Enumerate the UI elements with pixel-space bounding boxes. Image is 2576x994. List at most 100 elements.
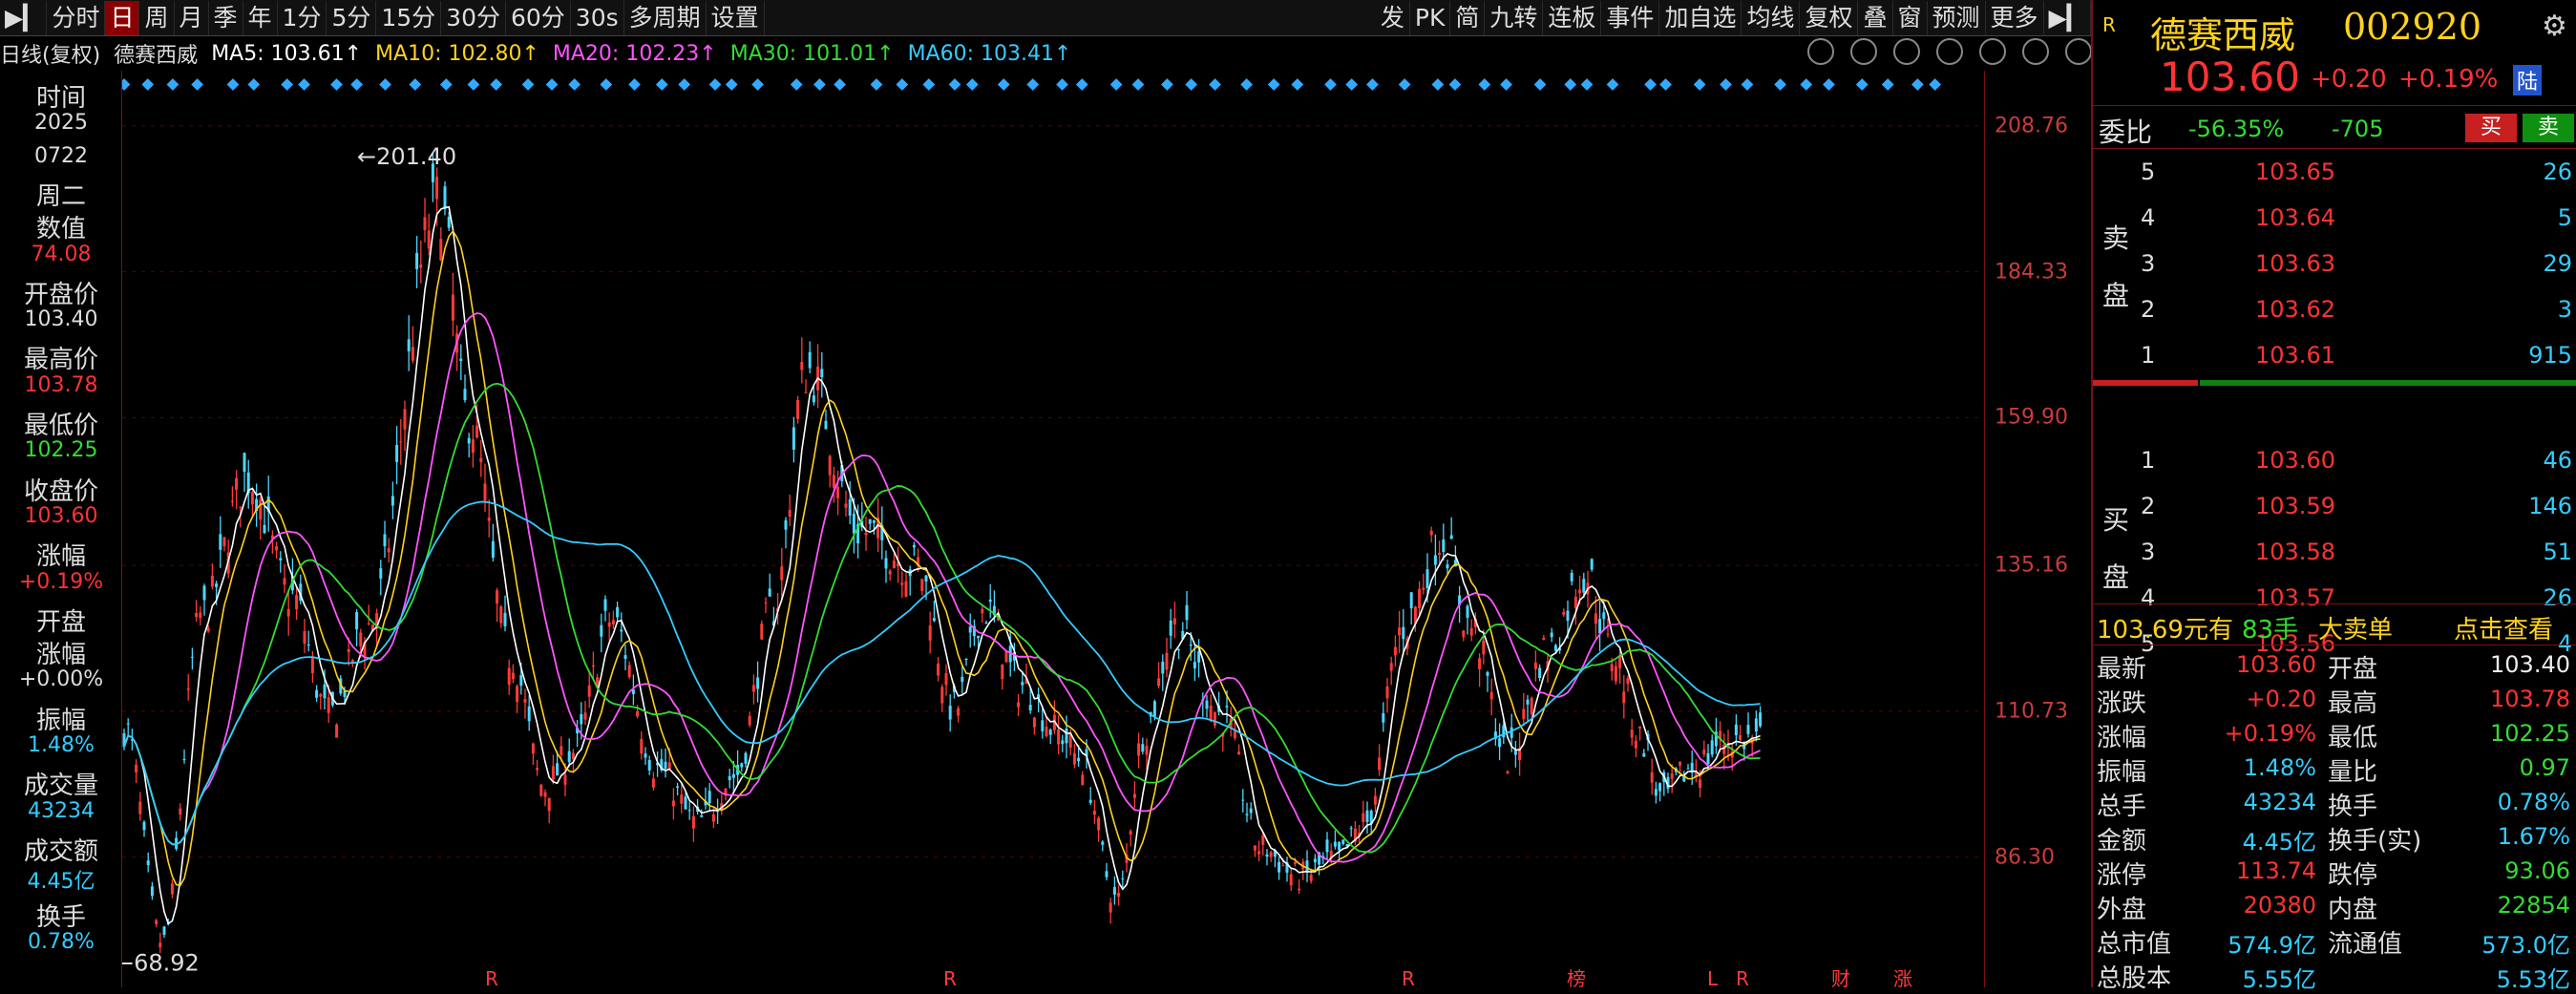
period-tab-13[interactable]: 设置	[707, 0, 765, 35]
play-icon[interactable]	[1893, 38, 1920, 65]
buy-button[interactable]: 买	[2465, 114, 2517, 142]
period-tab-4[interactable]: 季	[209, 0, 243, 35]
tool-button-4[interactable]: 连板	[1543, 0, 1602, 35]
info-value: 74.08	[31, 242, 92, 266]
undo-icon[interactable]	[1936, 38, 1963, 65]
price-change-pct: +0.19%	[2398, 65, 2499, 94]
candle-body	[210, 575, 214, 587]
period-tab-9[interactable]: 30分	[441, 0, 506, 35]
candle-body	[1289, 874, 1293, 886]
candle-body	[1462, 630, 1466, 638]
candle-body	[944, 673, 948, 686]
period-tab-7[interactable]: 5分	[327, 0, 377, 35]
sell-button[interactable]: 卖	[2523, 114, 2574, 142]
candle-body	[1739, 734, 1742, 740]
tool-button-3[interactable]: 九转	[1485, 0, 1544, 35]
candle-body	[1004, 651, 1008, 663]
tool-button-10[interactable]: 窗	[1893, 0, 1928, 35]
info-amount: 4.45亿	[27, 870, 95, 895]
event-marker	[379, 78, 391, 91]
candle-body	[1550, 632, 1553, 638]
level: 2	[2141, 493, 2156, 519]
expand-icon[interactable]: ▶▎	[2044, 0, 2091, 35]
stat-label: 外盘	[2097, 896, 2147, 924]
gear-icon[interactable]: ⚙	[2542, 10, 2567, 43]
period-tab-12[interactable]: 多周期	[624, 0, 707, 35]
candle-body	[250, 492, 254, 505]
tool-button-6[interactable]: 加自选	[1659, 0, 1742, 35]
candle-body	[519, 675, 523, 687]
candle-body	[1538, 667, 1542, 679]
candle-body	[1642, 752, 1646, 757]
big-order-row[interactable]: 103.69元有 83手 大卖单 点击查看	[2093, 603, 2576, 645]
period-tab-10[interactable]: 60分	[506, 0, 571, 35]
candle-body	[1032, 717, 1036, 728]
stat-value: 102.25	[2490, 720, 2570, 747]
tool-button-1[interactable]: PK	[1410, 0, 1451, 35]
buy-side-label: 买盘	[2102, 504, 2130, 593]
candle-body	[1193, 662, 1196, 669]
tool-button-12[interactable]: 更多	[1986, 0, 2044, 35]
candle-body	[1269, 852, 1273, 857]
candle-body	[1449, 535, 1453, 539]
event-marker	[1606, 78, 1619, 91]
eye-icon[interactable]	[1807, 38, 1834, 65]
event-marker	[751, 78, 764, 91]
candle-body	[751, 685, 755, 692]
period-tab-1[interactable]: 日	[105, 0, 140, 35]
candle-body	[1109, 902, 1112, 913]
kline-chart[interactable]: ←201.40←68.92RRRRR榜L财涨	[122, 71, 1984, 987]
period-tab-6[interactable]: 1分	[278, 0, 327, 35]
info-open-change-label2: 涨幅	[35, 641, 86, 670]
bottom-marker: R	[485, 967, 498, 987]
zoom-in-icon[interactable]	[2065, 38, 2092, 65]
candle-body	[451, 294, 454, 321]
event-marker	[896, 78, 909, 91]
candle-body	[824, 420, 828, 430]
level: 1	[2141, 342, 2156, 369]
candle-body	[523, 699, 527, 703]
candle-body	[1373, 795, 1377, 805]
candle-body	[1313, 858, 1317, 863]
tool-button-2[interactable]: 简	[1450, 0, 1486, 35]
candle-body	[1362, 813, 1365, 822]
chart-mode[interactable]: 日线(复权)	[0, 38, 100, 69]
tool-button-0[interactable]: 发	[1376, 0, 1410, 35]
info-high-label: 最高价	[23, 346, 98, 375]
play-icon[interactable]: ▶▎	[0, 0, 48, 35]
event-marker	[568, 78, 581, 91]
period-tab-0[interactable]: 分时	[47, 0, 106, 35]
tool-button-7[interactable]: 均线	[1742, 0, 1801, 35]
candle-body	[138, 801, 142, 814]
candle-body	[1630, 730, 1634, 738]
candle-body	[1041, 720, 1045, 731]
candle-body	[808, 351, 812, 369]
tool-button-9[interactable]: 叠	[1858, 0, 1893, 35]
period-tab-2[interactable]: 周	[139, 0, 175, 35]
info-volume-label: 成交量	[23, 772, 98, 801]
tool-button-5[interactable]: 事件	[1601, 0, 1660, 35]
candle-body	[1622, 691, 1626, 704]
scissors-icon[interactable]	[1979, 38, 2006, 65]
lock-icon[interactable]	[2022, 38, 2049, 65]
info-change-label: 涨幅	[35, 542, 86, 572]
candle-body	[892, 560, 896, 569]
tool-button-8[interactable]: 复权	[1800, 0, 1859, 35]
candle-body	[756, 677, 760, 689]
candle-body	[439, 239, 443, 261]
candle-body	[1610, 664, 1614, 672]
quote-panel: R 德赛西威 002920 ⚙ 103.60 +0.20 +0.19% 陆委比 -56.35% -…	[2091, 0, 2576, 993]
event-marker	[1659, 78, 1672, 91]
level: 2	[2141, 296, 2156, 323]
info-volume: 43234	[28, 798, 95, 823]
tool-button-11[interactable]: 预测	[1928, 0, 1986, 35]
period-tab-3[interactable]: 月	[175, 0, 209, 35]
y-tick-label: 208.76	[1995, 114, 2068, 138]
candle-body	[1281, 865, 1285, 867]
info-open-label: 开盘价	[23, 280, 98, 309]
period-tab-5[interactable]: 年	[243, 0, 278, 35]
big-order-view-link[interactable]: 点击查看	[2454, 610, 2553, 645]
period-tab-11[interactable]: 30s	[571, 0, 624, 35]
period-tab-8[interactable]: 15分	[376, 0, 442, 35]
hand-icon[interactable]	[1850, 38, 1877, 65]
